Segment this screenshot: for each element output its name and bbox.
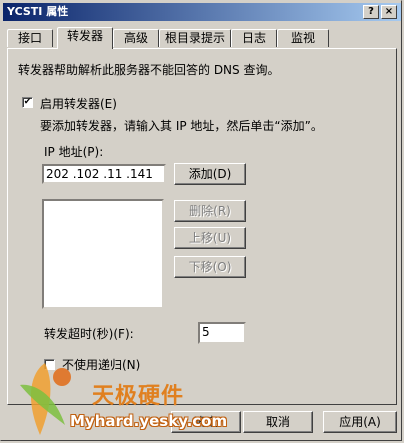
tab-forwarders[interactable]: 转发器 bbox=[57, 27, 113, 49]
ip-address-label: IP 地址(P): bbox=[44, 145, 104, 159]
tab-advanced[interactable]: 高级 bbox=[113, 29, 159, 47]
forwarders-panel: 转发器帮助解析此服务器不能回答的 DNS 查询。 ✔ 启用转发器(E) 要添加转… bbox=[7, 48, 397, 405]
title-bar: YCSTI 属性 bbox=[3, 3, 401, 21]
remove-button[interactable]: 删除(R) bbox=[174, 200, 246, 222]
move-down-button[interactable]: 下移(O) bbox=[174, 256, 246, 278]
tab-root-hints[interactable]: 根目录提示 bbox=[159, 29, 231, 47]
help-button[interactable]: ? bbox=[363, 5, 379, 19]
forwarders-list[interactable] bbox=[42, 199, 164, 309]
tab-logging[interactable]: 日志 bbox=[231, 29, 277, 47]
cancel-button[interactable]: 取消 bbox=[243, 411, 313, 433]
description-text: 转发器帮助解析此服务器不能回答的 DNS 查询。 bbox=[18, 63, 280, 77]
tab-monitoring[interactable]: 监视 bbox=[277, 29, 329, 47]
apply-button[interactable]: 应用(A) bbox=[323, 411, 397, 433]
enable-forwarders-label[interactable]: 启用转发器(E) bbox=[40, 95, 117, 112]
timeout-input[interactable]: 5 bbox=[198, 322, 246, 344]
watermark-url: Myhard.yesky.com bbox=[70, 412, 228, 430]
watermark-title: 天极硬件 bbox=[92, 384, 185, 409]
ip-address-input[interactable]: 202 .102 .11 .141 bbox=[42, 164, 166, 184]
instruction-text: 要添加转发器，请输入其 IP 地址，然后单击“添加”。 bbox=[40, 119, 323, 133]
tab-interfaces[interactable]: 接口 bbox=[7, 29, 53, 47]
window-title: YCSTI 属性 bbox=[7, 5, 69, 18]
timeout-label: 转发超时(秒)(F): bbox=[44, 327, 134, 341]
move-up-button[interactable]: 上移(U) bbox=[174, 227, 246, 249]
enable-forwarders-checkbox[interactable]: ✔ bbox=[22, 97, 33, 108]
add-button[interactable]: 添加(D) bbox=[174, 163, 246, 185]
close-button[interactable]: × bbox=[381, 5, 397, 19]
